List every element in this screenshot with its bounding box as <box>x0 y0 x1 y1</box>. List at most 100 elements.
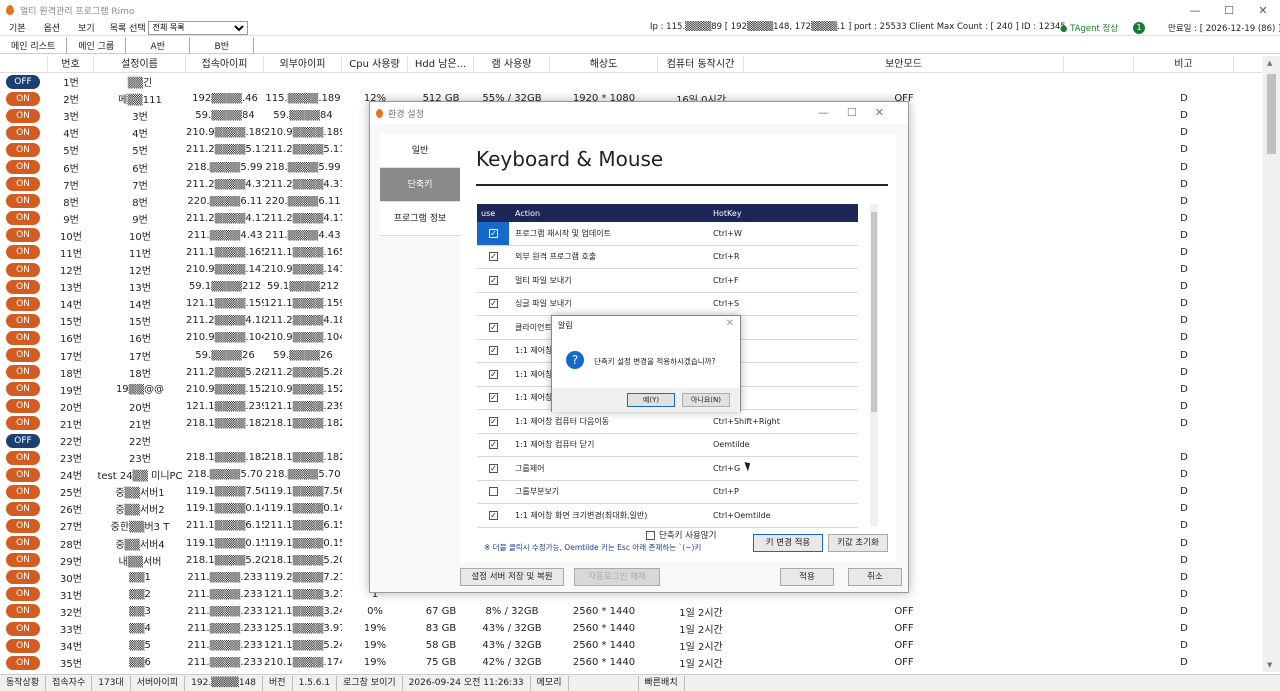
table-row[interactable]: ON36번▒▒7211.▒▒▒▒.233121.1▒▒▒▒4.22117%83 … <box>0 671 1262 672</box>
power-toggle[interactable]: ON <box>6 228 40 243</box>
tab-group-b[interactable]: B반 <box>190 37 255 53</box>
power-toggle[interactable]: ON <box>6 125 40 140</box>
apply-button[interactable]: 적용 <box>780 568 834 586</box>
use-checkbox[interactable]: ✓ <box>489 463 498 473</box>
menu-basic[interactable]: 기본 <box>0 21 35 34</box>
settings-window-controls[interactable]: —☐✕ <box>818 106 902 119</box>
scroll-down-icon[interactable]: ▼ <box>1267 661 1272 669</box>
scroll-up-icon[interactable]: ▲ <box>1267 59 1272 67</box>
power-toggle[interactable]: ON <box>6 604 40 619</box>
power-toggle[interactable]: ON <box>6 160 40 175</box>
hotkey-value[interactable]: Ctrl+P <box>709 487 849 496</box>
grid-col-header[interactable] <box>0 56 48 72</box>
grid-col-header[interactable] <box>1064 56 1134 72</box>
scroll-thumb[interactable] <box>1267 74 1276 154</box>
status-field[interactable]: 로그창 보이기 <box>337 675 403 691</box>
hotkey-row[interactable]: ✓ 1:1 제어창 화면 크기변경(최대화,일반) Ctrl+Oemtilde <box>477 504 858 528</box>
use-checkbox[interactable]: ✓ <box>489 275 498 285</box>
hotkey-row[interactable]: ✓ 1:1 제어창 컴퓨터 다음이동 Ctrl+Shift+Right <box>477 410 858 434</box>
list-select-dropdown[interactable]: 전체 목록 <box>147 20 248 35</box>
menu-options[interactable]: 옵션 <box>35 21 70 34</box>
use-checkbox[interactable] <box>489 487 498 497</box>
power-toggle[interactable]: ON <box>6 365 40 380</box>
power-toggle[interactable]: ON <box>6 587 40 602</box>
power-toggle[interactable]: ON <box>6 655 40 670</box>
use-checkbox[interactable]: ✓ <box>489 393 498 403</box>
use-checkbox[interactable]: ✓ <box>489 440 498 450</box>
grid-col-header[interactable]: 접속아이피 <box>186 56 264 72</box>
power-toggle[interactable]: ON <box>6 296 40 311</box>
power-toggle[interactable]: OFF <box>6 74 40 89</box>
power-toggle[interactable]: ON <box>6 142 40 157</box>
maximize-button[interactable]: ☐ <box>1212 0 1246 20</box>
grid-scrollbar[interactable]: ▲ ▼ <box>1263 56 1280 672</box>
hotkey-scrollbar[interactable] <box>870 204 878 526</box>
hotkey-value[interactable]: Ctrl+W <box>709 229 849 238</box>
cancel-button[interactable]: 취소 <box>848 568 902 586</box>
power-toggle[interactable]: ON <box>6 484 40 499</box>
grid-col-header[interactable]: 비고 <box>1134 56 1234 72</box>
grid-col-header[interactable]: 컴퓨터 동작시간 <box>658 56 744 72</box>
power-toggle[interactable]: ON <box>6 211 40 226</box>
hotkey-row[interactable]: ✓ 외부 원격 프로그램 호출 Ctrl+R <box>477 246 858 269</box>
grid-col-header[interactable]: 번호 <box>48 56 94 72</box>
hotkey-value[interactable]: Ctrl+Shift+Right <box>709 417 849 426</box>
confirm-no-button[interactable]: 아니요(N) <box>682 393 730 407</box>
use-checkbox[interactable]: ✓ <box>489 416 498 426</box>
power-toggle[interactable]: ON <box>6 399 40 414</box>
apply-key-button[interactable]: 키 변경 적용 <box>753 534 823 552</box>
hotkey-value[interactable]: Oemtilde <box>709 440 849 449</box>
hotkey-row[interactable]: ✓ 그룹제어 Ctrl+G <box>477 457 858 481</box>
menu-view[interactable]: 보기 <box>69 21 104 34</box>
nav-hotkeys[interactable]: 단축키 <box>380 168 460 202</box>
no-hotkey-option[interactable]: 단축키 사용않기 <box>646 529 716 541</box>
power-toggle[interactable]: ON <box>6 91 40 106</box>
power-toggle[interactable]: ON <box>6 177 40 192</box>
table-row[interactable]: ON 32번 ▒▒3 211.▒▒▒▒.233121.1▒▒▒▒3.240 0% 67 G… <box>0 603 1262 620</box>
grid-col-header[interactable]: 외부아이피 <box>264 56 342 72</box>
hotkey-value[interactable]: Ctrl+F <box>709 276 849 285</box>
hotkey-row[interactable]: ✓ 1:1 제어창 컴퓨터 닫기 Oemtilde <box>477 434 858 457</box>
power-toggle[interactable]: ON <box>6 536 40 551</box>
power-toggle[interactable]: ON <box>6 621 40 636</box>
auto-login-release-button[interactable]: 자동로그인 해제 <box>574 568 660 586</box>
power-toggle[interactable]: ON <box>6 570 40 585</box>
power-toggle[interactable]: OFF <box>6 433 40 448</box>
minimize-button[interactable]: — <box>1178 0 1212 20</box>
power-toggle[interactable]: ON <box>6 416 40 431</box>
grid-col-header[interactable]: 보안모드 <box>744 56 1064 72</box>
confirm-yes-button[interactable]: 예(Y) <box>627 393 675 407</box>
power-toggle[interactable]: ON <box>6 553 40 568</box>
power-toggle[interactable]: ON <box>6 262 40 277</box>
grid-col-header[interactable]: 해상도 <box>550 56 658 72</box>
table-row[interactable]: ON 34번 ▒▒5 211.▒▒▒▒.233121.1▒▒▒▒5.245 19% 58 … <box>0 637 1262 654</box>
grid-col-header[interactable]: 설정이름 <box>94 56 186 72</box>
hotkey-row[interactable]: ✓ 싱글 파일 보내기 Ctrl+S <box>477 293 858 316</box>
hotkey-row[interactable]: ✓ 멀티 파일 보내기 Ctrl+F <box>477 269 858 293</box>
power-toggle[interactable]: ON <box>6 279 40 294</box>
use-checkbox[interactable]: ✓ <box>489 252 498 262</box>
power-toggle[interactable]: ON <box>6 450 40 465</box>
power-toggle[interactable]: ON <box>6 108 40 123</box>
table-row[interactable]: OFF 1번 ▒▒긴 <box>0 73 1262 90</box>
tab-main-group[interactable]: 메인 그룹 <box>67 37 127 53</box>
use-checkbox[interactable]: ✓ <box>489 510 498 520</box>
power-toggle[interactable]: ON <box>6 313 40 328</box>
power-toggle[interactable]: ON <box>6 330 40 345</box>
save-server-button[interactable]: 설정 서버 저장 및 복원 <box>460 568 564 586</box>
power-toggle[interactable]: ON <box>6 245 40 260</box>
use-checkbox[interactable]: ✓ <box>489 322 498 332</box>
power-toggle[interactable]: ON <box>6 194 40 209</box>
no-hotkey-checkbox[interactable] <box>646 530 655 540</box>
confirm-close-icon[interactable]: ✕ <box>726 318 734 329</box>
table-row[interactable]: ON 35번 ▒▒6 211.▒▒▒▒.233 210.1▒▒▒▒.174 19% 75 G… <box>0 654 1262 671</box>
hotkey-value[interactable]: Ctrl+S <box>709 299 849 308</box>
grid-col-header[interactable]: 램 사용량 <box>474 56 550 72</box>
hotkey-value[interactable]: Ctrl+R <box>709 252 849 261</box>
power-toggle[interactable]: ON <box>6 467 40 482</box>
reset-key-button[interactable]: 키값 초기화 <box>828 534 888 552</box>
table-row[interactable]: ON 33번 ▒▒4 211.▒▒▒▒.233 125.1▒▒▒▒3.97 19% 83 G… <box>0 620 1262 637</box>
tab-group-a[interactable]: A반 <box>126 37 191 53</box>
hotkey-value[interactable]: Ctrl+Oemtilde <box>709 511 849 520</box>
power-toggle[interactable]: ON <box>6 638 40 653</box>
